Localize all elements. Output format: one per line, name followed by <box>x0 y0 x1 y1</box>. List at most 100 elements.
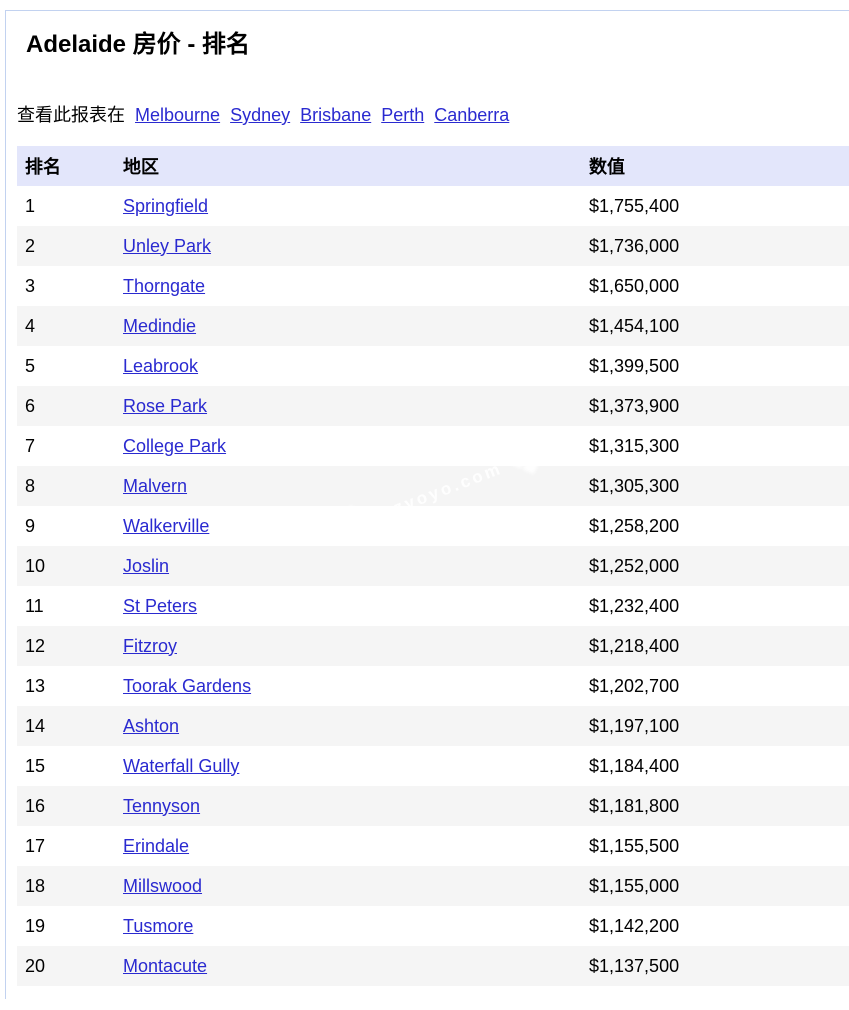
rank-cell: 13 <box>17 666 121 706</box>
rank-cell: 15 <box>17 746 121 786</box>
region-cell: Medindie <box>121 306 587 346</box>
report-page: Adelaide 房价 - 排名 查看此报表在 Melbourne Sydney… <box>5 10 849 999</box>
value-cell: $1,736,000 <box>587 226 849 266</box>
rank-cell: 8 <box>17 466 121 506</box>
value-cell: $1,218,400 <box>587 626 849 666</box>
region-link[interactable]: Erindale <box>123 836 189 856</box>
region-cell: Fitzroy <box>121 626 587 666</box>
region-cell: Toorak Gardens <box>121 666 587 706</box>
region-link[interactable]: Waterfall Gully <box>123 756 239 776</box>
region-cell: Ashton <box>121 706 587 746</box>
rank-cell: 6 <box>17 386 121 426</box>
table-header-row: 排名 地区 数值 <box>17 146 849 186</box>
region-cell: Waterfall Gully <box>121 746 587 786</box>
rank-cell: 14 <box>17 706 121 746</box>
ranking-table: 排名 地区 数值 1 Springfield $1,755,400 2 Unle… <box>17 146 849 986</box>
region-link[interactable]: Montacute <box>123 956 207 976</box>
region-link[interactable]: Unley Park <box>123 236 211 256</box>
city-link[interactable]: Melbourne <box>135 105 220 125</box>
rank-cell: 18 <box>17 866 121 906</box>
table-row: 6 Rose Park $1,373,900 <box>17 386 849 426</box>
column-header-value: 数值 <box>587 146 849 186</box>
table-row: 16 Tennyson $1,181,800 <box>17 786 849 826</box>
table-row: 2 Unley Park $1,736,000 <box>17 226 849 266</box>
table-row: 1 Springfield $1,755,400 <box>17 186 849 226</box>
page-title: Adelaide 房价 - 排名 <box>26 31 849 59</box>
region-cell: College Park <box>121 426 587 466</box>
rank-cell: 20 <box>17 946 121 986</box>
rank-cell: 11 <box>17 586 121 626</box>
table-row: 14 Ashton $1,197,100 <box>17 706 849 746</box>
rank-cell: 19 <box>17 906 121 946</box>
region-link[interactable]: Toorak Gardens <box>123 676 251 696</box>
region-link[interactable]: Rose Park <box>123 396 207 416</box>
rank-cell: 2 <box>17 226 121 266</box>
region-cell: Tusmore <box>121 906 587 946</box>
region-cell: Tennyson <box>121 786 587 826</box>
region-cell: Joslin <box>121 546 587 586</box>
rank-cell: 3 <box>17 266 121 306</box>
rank-cell: 10 <box>17 546 121 586</box>
rank-cell: 12 <box>17 626 121 666</box>
region-link[interactable]: Walkerville <box>123 516 209 536</box>
region-cell: Springfield <box>121 186 587 226</box>
value-cell: $1,181,800 <box>587 786 849 826</box>
value-cell: $1,399,500 <box>587 346 849 386</box>
region-link[interactable]: Tusmore <box>123 916 193 936</box>
table-row: 7 College Park $1,315,300 <box>17 426 849 466</box>
region-cell: Unley Park <box>121 226 587 266</box>
rank-cell: 4 <box>17 306 121 346</box>
table-row: 3 Thorngate $1,650,000 <box>17 266 849 306</box>
column-header-region: 地区 <box>121 146 587 186</box>
table-row: 9 Walkerville $1,258,200 <box>17 506 849 546</box>
value-cell: $1,252,000 <box>587 546 849 586</box>
table-row: 10 Joslin $1,252,000 <box>17 546 849 586</box>
region-cell: St Peters <box>121 586 587 626</box>
value-cell: $1,305,300 <box>587 466 849 506</box>
region-link[interactable]: Springfield <box>123 196 208 216</box>
region-link[interactable]: College Park <box>123 436 226 456</box>
table-row: 18 Millswood $1,155,000 <box>17 866 849 906</box>
value-cell: $1,373,900 <box>587 386 849 426</box>
table-row: 13 Toorak Gardens $1,202,700 <box>17 666 849 706</box>
value-cell: $1,232,400 <box>587 586 849 626</box>
city-link[interactable]: Perth <box>381 105 424 125</box>
region-link[interactable]: St Peters <box>123 596 197 616</box>
region-cell: Montacute <box>121 946 587 986</box>
value-cell: $1,197,100 <box>587 706 849 746</box>
region-link[interactable]: Tennyson <box>123 796 200 816</box>
region-link[interactable]: Joslin <box>123 556 169 576</box>
region-link[interactable]: Malvern <box>123 476 187 496</box>
region-link[interactable]: Millswood <box>123 876 202 896</box>
value-cell: $1,137,500 <box>587 946 849 986</box>
value-cell: $1,258,200 <box>587 506 849 546</box>
value-cell: $1,755,400 <box>587 186 849 226</box>
table-row: 15 Waterfall Gully $1,184,400 <box>17 746 849 786</box>
value-cell: $1,142,200 <box>587 906 849 946</box>
table-row: 20 Montacute $1,137,500 <box>17 946 849 986</box>
region-cell: Leabrook <box>121 346 587 386</box>
region-link[interactable]: Medindie <box>123 316 196 336</box>
region-link[interactable]: Ashton <box>123 716 179 736</box>
city-link[interactable]: Canberra <box>434 105 509 125</box>
value-cell: $1,454,100 <box>587 306 849 346</box>
region-link[interactable]: Thorngate <box>123 276 205 296</box>
region-link[interactable]: Fitzroy <box>123 636 177 656</box>
city-links: Melbourne Sydney Brisbane Perth Canberra <box>125 105 509 125</box>
table-row: 11 St Peters $1,232,400 <box>17 586 849 626</box>
region-cell: Thorngate <box>121 266 587 306</box>
value-cell: $1,315,300 <box>587 426 849 466</box>
region-link[interactable]: Leabrook <box>123 356 198 376</box>
table-row: 12 Fitzroy $1,218,400 <box>17 626 849 666</box>
city-links-bar: 查看此报表在 Melbourne Sydney Brisbane Perth C… <box>17 104 849 126</box>
table-row: 5 Leabrook $1,399,500 <box>17 346 849 386</box>
rank-cell: 1 <box>17 186 121 226</box>
value-cell: $1,650,000 <box>587 266 849 306</box>
table-row: 4 Medindie $1,454,100 <box>17 306 849 346</box>
city-link[interactable]: Sydney <box>230 105 290 125</box>
subtitle-prefix: 查看此报表在 <box>17 105 125 125</box>
rank-cell: 7 <box>17 426 121 466</box>
city-link[interactable]: Brisbane <box>300 105 371 125</box>
column-header-rank: 排名 <box>17 146 121 186</box>
rank-cell: 9 <box>17 506 121 546</box>
